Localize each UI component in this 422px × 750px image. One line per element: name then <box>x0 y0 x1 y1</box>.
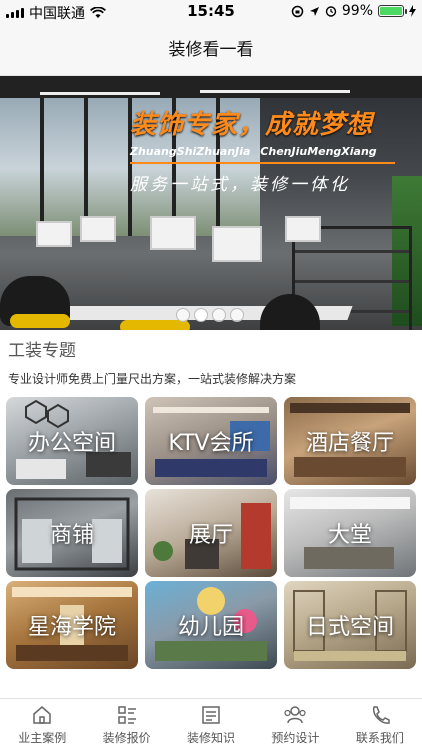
rotation-lock-icon <box>291 5 304 17</box>
tab-knowledge[interactable]: 装修知识 <box>169 699 253 750</box>
nav-bar: 装修看一看 <box>0 24 422 76</box>
category-tile-shop[interactable]: 商铺 <box>6 489 138 577</box>
banner-photo-lamp <box>200 90 350 93</box>
carousel-dot[interactable] <box>212 308 226 322</box>
section-description: 专业设计师免费上门量尺出方案，一站式装修解决方案 <box>8 372 297 386</box>
carousel-dot[interactable] <box>194 308 208 322</box>
home-icon <box>33 706 51 724</box>
tab-label: 联系我们 <box>355 731 404 745</box>
phone-icon <box>372 706 390 724</box>
banner-divider <box>130 162 395 164</box>
category-label: 酒店餐厅 <box>305 431 394 456</box>
banner-photo-monitor <box>150 216 196 250</box>
category-tile-showroom[interactable]: 展厅 <box>145 489 277 577</box>
category-label: 幼儿园 <box>177 615 244 640</box>
banner-photo-chair-seat <box>10 314 70 328</box>
banner-photo-monitor <box>212 226 262 262</box>
tab-bar: 业主案例 装修报价 装修知识 预约设计 联系我们 <box>0 698 422 750</box>
carousel-dot[interactable] <box>176 308 190 322</box>
banner-photo-monitor <box>36 221 72 247</box>
carousel-indicator[interactable] <box>176 308 244 322</box>
banner-title: 装饰专家，成就梦想 <box>130 110 374 140</box>
category-grid: 办公空间 KTV会所 酒店餐厅 商铺 展厅 大堂 星海学院 幼儿园 日式空间 <box>6 397 416 669</box>
battery-icon <box>378 5 407 17</box>
battery-level-fill <box>380 7 402 15</box>
tab-label: 装修报价 <box>102 731 151 745</box>
banner-photo-monitor <box>80 216 116 242</box>
page-title: 装修看一看 <box>168 40 254 60</box>
list-icon <box>117 706 136 724</box>
tab-label: 业主案例 <box>18 731 67 745</box>
tab-owner-cases[interactable]: 业主案例 <box>0 699 84 750</box>
tab-label: 预约设计 <box>271 731 320 745</box>
category-label: 展厅 <box>188 523 233 548</box>
category-tile-ktv[interactable]: KTV会所 <box>145 397 277 485</box>
battery-percent: 99% <box>341 3 373 19</box>
category-tile-xinghai-college[interactable]: 星海学院 <box>6 581 138 669</box>
category-tile-japanese-space[interactable]: 日式空间 <box>284 581 416 669</box>
banner-pinyin: ZhuangShiZhuanJia ChenJiuMengXiang <box>130 145 377 158</box>
banner-carousel[interactable]: 装饰专家，成就梦想 ZhuangShiZhuanJia ChenJiuMengX… <box>0 76 422 330</box>
carousel-dot[interactable] <box>230 308 244 322</box>
banner-photo-monitor <box>285 216 321 242</box>
category-label: KTV会所 <box>168 431 254 456</box>
banner-subtitle: 服务一站式，装修一体化 <box>130 175 350 195</box>
tab-book-design[interactable]: 预约设计 <box>253 699 337 750</box>
category-tile-hotel-restaurant[interactable]: 酒店餐厅 <box>284 397 416 485</box>
alarm-icon <box>325 6 337 17</box>
category-label: 日式空间 <box>305 615 394 640</box>
people-icon <box>284 706 307 724</box>
category-label: 办公空间 <box>27 431 116 456</box>
tab-contact[interactable]: 联系我们 <box>338 699 422 750</box>
location-icon <box>309 6 319 16</box>
category-tile-office[interactable]: 办公空间 <box>6 397 138 485</box>
category-tile-kindergarten[interactable]: 幼儿园 <box>145 581 277 669</box>
category-label: 商铺 <box>49 523 94 548</box>
category-tile-lobby[interactable]: 大堂 <box>284 489 416 577</box>
tab-label: 装修知识 <box>187 731 236 745</box>
category-label: 大堂 <box>327 523 372 548</box>
section-title: 工装专题 <box>8 341 76 361</box>
charging-icon <box>409 5 416 17</box>
banner-photo-lamp <box>40 92 160 95</box>
banner-slogan: 装饰专家，成就梦想 ZhuangShiZhuanJia ChenJiuMengX… <box>130 104 415 195</box>
status-bar: 中国联通 15:45 99% <box>0 0 422 24</box>
category-label: 星海学院 <box>27 615 116 640</box>
tab-quote[interactable]: 装修报价 <box>84 699 168 750</box>
document-icon <box>202 706 220 724</box>
